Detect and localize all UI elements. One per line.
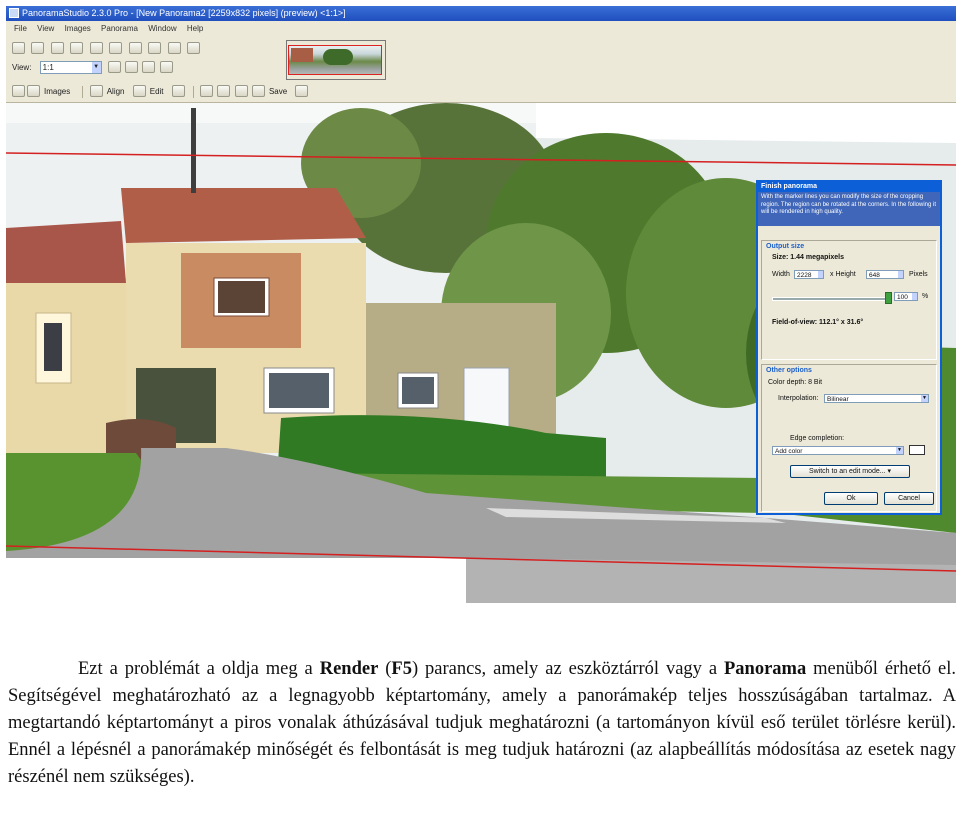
interpolation-select[interactable]: Bilinear ▼ (824, 394, 929, 403)
height-label: x Height (830, 271, 856, 278)
interpolation-label: Interpolation: (778, 395, 819, 402)
render-command: Render (319, 659, 379, 679)
view-row: View: 1:1 ▼ (12, 61, 175, 75)
menu-bar: File View Images Panorama Window Help (6, 21, 956, 37)
toolbar-separator (193, 85, 194, 98)
zoom-out-icon[interactable] (125, 61, 139, 73)
copy-icon[interactable] (148, 42, 162, 54)
menu-file[interactable]: File (14, 21, 27, 37)
output-size-header: Output size (766, 243, 805, 250)
images-icon[interactable] (27, 85, 40, 97)
edge-color-swatch[interactable] (909, 445, 925, 455)
rotate-left-icon[interactable] (109, 42, 123, 54)
toolbar-area: View: 1:1 ▼ Images Align Edit Save (6, 37, 956, 103)
delete-icon[interactable] (187, 42, 201, 54)
settings-icon[interactable] (295, 85, 309, 97)
percent-input[interactable]: 100 (894, 292, 918, 301)
toolbar-row-main (12, 42, 202, 58)
menu-help[interactable]: Help (187, 21, 203, 37)
zoom-fit-icon[interactable] (142, 61, 156, 73)
folder-icon[interactable] (12, 85, 25, 97)
spinner-icon[interactable] (898, 271, 903, 278)
chevron-down-icon: ▼ (921, 395, 928, 402)
other-options-header: Other options (766, 367, 812, 374)
rotate-right-icon[interactable] (128, 42, 142, 54)
switch-edit-mode-label: Switch to an edit mode... (808, 468, 886, 475)
output-size-group: Output size Size: 1.44 megapixels Width … (761, 240, 937, 360)
viewport-frame[interactable] (288, 45, 382, 75)
edit-button-label[interactable]: Edit (150, 87, 164, 96)
export-icon[interactable] (200, 85, 214, 97)
dialog-info-text: With the marker lines you can modify the… (758, 192, 940, 226)
width-value: 2228 (797, 272, 812, 279)
new-icon[interactable] (12, 42, 25, 54)
width-input[interactable]: 2228 (794, 270, 824, 279)
save-icon[interactable] (50, 42, 64, 54)
menu-view[interactable]: View (37, 21, 54, 37)
chevron-down-icon: ▾ (887, 468, 892, 475)
size-text: Size: 1.44 megapixels (772, 254, 844, 261)
description-paragraph: Ezt a problémát a oldja meg a Render (F5… (8, 656, 956, 791)
width-label: Width (772, 271, 790, 278)
menu-images[interactable]: Images (65, 21, 91, 37)
save-disk-icon[interactable] (251, 85, 265, 97)
view-label: View: (12, 63, 32, 72)
edge-completion-label: Edge completion: (790, 435, 845, 442)
align-button-label[interactable]: Align (107, 87, 125, 96)
shortcut-f5: F5 (391, 659, 412, 679)
window-title: PanoramaStudio 2.3.0 Pro - [New Panorama… (22, 8, 346, 18)
crop-icon[interactable] (171, 85, 185, 97)
paste-icon[interactable] (167, 42, 181, 54)
fullscreen-icon[interactable] (159, 61, 173, 73)
zoom-select[interactable]: 1:1 ▼ (39, 61, 102, 75)
info-icon[interactable] (70, 42, 84, 54)
refresh-icon[interactable] (234, 85, 248, 97)
fov-text: Field-of-view: 112.1° x 31.6° (772, 319, 864, 326)
percent-value: 100 (897, 294, 908, 301)
paragraph-text-2: ( (378, 659, 392, 679)
panorama-menu-name: Panorama (724, 659, 807, 679)
height-input[interactable]: 648 (866, 270, 904, 279)
edge-completion-select[interactable]: Add color ▼ (772, 446, 904, 455)
color-depth-text: Color depth: 8 Bit (768, 379, 823, 386)
spinner-icon[interactable] (912, 293, 917, 300)
title-bar: PanoramaStudio 2.3.0 Pro - [New Panorama… (6, 6, 956, 21)
chevron-down-icon: ▼ (91, 62, 101, 74)
navigator-thumbnail[interactable] (286, 40, 386, 80)
edge-completion-value: Add color (775, 448, 803, 455)
scale-slider-thumb[interactable] (885, 292, 892, 304)
interpolation-value: Bilinear (827, 396, 849, 403)
toolbar-separator (82, 85, 84, 98)
other-options-group: Other options Color depth: 8 Bit Interpo… (761, 364, 937, 512)
chevron-down-icon: ▼ (896, 447, 903, 454)
height-value: 648 (869, 272, 880, 279)
save-button-label[interactable]: Save (269, 87, 287, 96)
edit-icon[interactable] (132, 85, 146, 97)
cancel-button[interactable]: Cancel (884, 492, 934, 505)
paragraph-text-1: Ezt a problémát a oldja meg a (78, 659, 320, 679)
menu-window[interactable]: Window (148, 21, 176, 37)
switch-edit-mode-button[interactable]: Switch to an edit mode... ▾ (790, 465, 910, 478)
help-icon[interactable] (89, 42, 103, 54)
app-icon (9, 8, 19, 18)
images-button-label[interactable]: Images (44, 87, 70, 96)
dialog-title: Finish panorama (758, 182, 940, 192)
toolbar-row-steps: Images Align Edit Save (12, 85, 310, 99)
align-icon[interactable] (89, 85, 103, 97)
finish-panorama-dialog: Finish panorama With the marker lines yo… (756, 180, 942, 515)
ok-button[interactable]: Ok (824, 492, 878, 505)
paragraph-text-3: ) parancs, amely az eszköztárról vagy a (411, 659, 724, 679)
scale-slider-track[interactable] (772, 297, 892, 301)
zoom-value: 1:1 (42, 63, 54, 73)
spinner-icon[interactable] (818, 271, 823, 278)
print-icon[interactable] (217, 85, 231, 97)
open-icon[interactable] (31, 42, 45, 54)
menu-panorama[interactable]: Panorama (101, 21, 138, 37)
percent-unit: % (922, 293, 929, 300)
zoom-in-icon[interactable] (107, 61, 121, 73)
pixels-label: Pixels (909, 271, 928, 278)
